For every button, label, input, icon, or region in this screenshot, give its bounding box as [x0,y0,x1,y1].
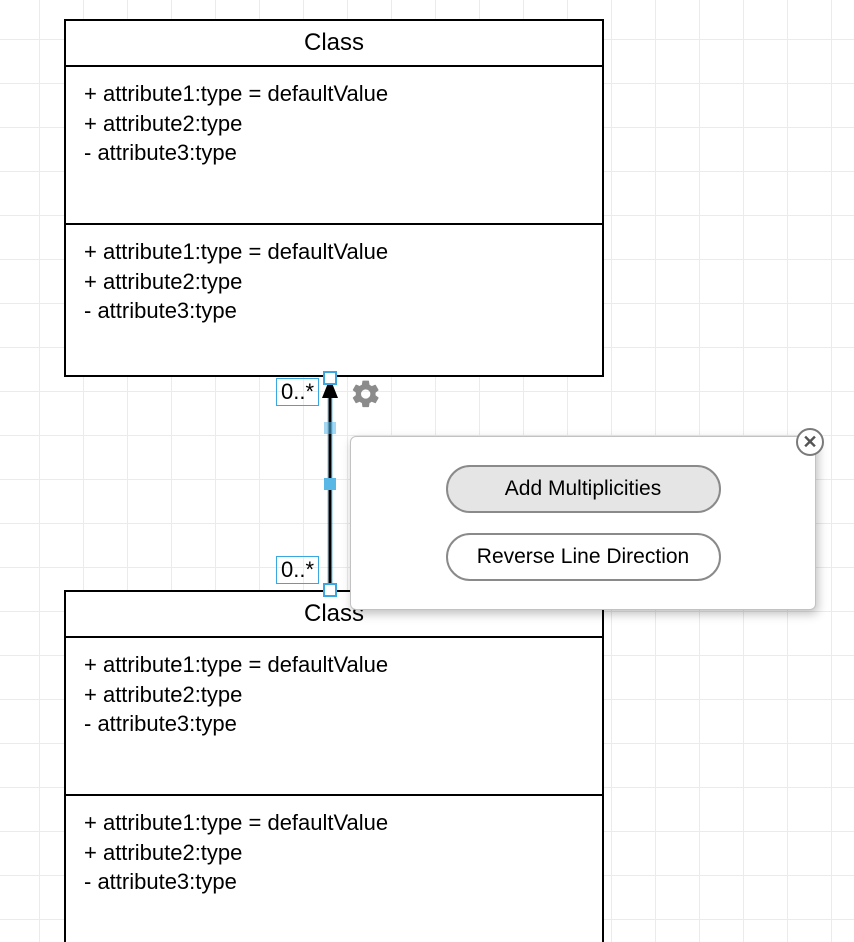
class-attributes-b[interactable]: + attribute1:type = defaultValue + attri… [66,223,602,338]
class-attributes-a[interactable]: + attribute1:type = defaultValue + attri… [66,67,602,223]
class-attributes-a[interactable]: + attribute1:type = defaultValue + attri… [66,638,602,794]
class-title[interactable]: Class [66,21,602,67]
reverse-line-direction-button[interactable]: Reverse Line Direction [446,533,721,581]
attr-line: + attribute2:type [84,680,584,710]
endpoint-handle-top[interactable] [323,371,337,385]
class-attributes-b[interactable]: + attribute1:type = defaultValue + attri… [66,794,602,909]
attr-line: + attribute1:type = defaultValue [84,808,584,838]
endpoint-handle-bottom[interactable] [323,583,337,597]
attr-line: - attribute3:type [84,709,584,739]
attr-line: + attribute1:type = defaultValue [84,237,584,267]
waypoint-handle[interactable] [324,422,336,434]
gear-icon[interactable] [350,378,382,415]
attr-line: + attribute2:type [84,838,584,868]
attr-line: + attribute2:type [84,267,584,297]
close-icon[interactable]: ✕ [796,428,824,456]
line-context-popup: Add Multiplicities Reverse Line Directio… [350,436,816,610]
attr-line: + attribute1:type = defaultValue [84,650,584,680]
attr-line: - attribute3:type [84,867,584,897]
multiplicity-label-bottom[interactable]: 0..* [276,556,319,584]
attr-line: - attribute3:type [84,296,584,326]
attr-line: + attribute1:type = defaultValue [84,79,584,109]
uml-class-bottom[interactable]: Class + attribute1:type = defaultValue +… [64,590,604,942]
waypoint-handle[interactable] [324,478,336,490]
attr-line: - attribute3:type [84,138,584,168]
add-multiplicities-button[interactable]: Add Multiplicities [446,465,721,513]
uml-class-top[interactable]: Class + attribute1:type = defaultValue +… [64,19,604,377]
diagram-canvas[interactable]: Class + attribute1:type = defaultValue +… [0,0,854,942]
attr-line: + attribute2:type [84,109,584,139]
multiplicity-label-top[interactable]: 0..* [276,378,319,406]
